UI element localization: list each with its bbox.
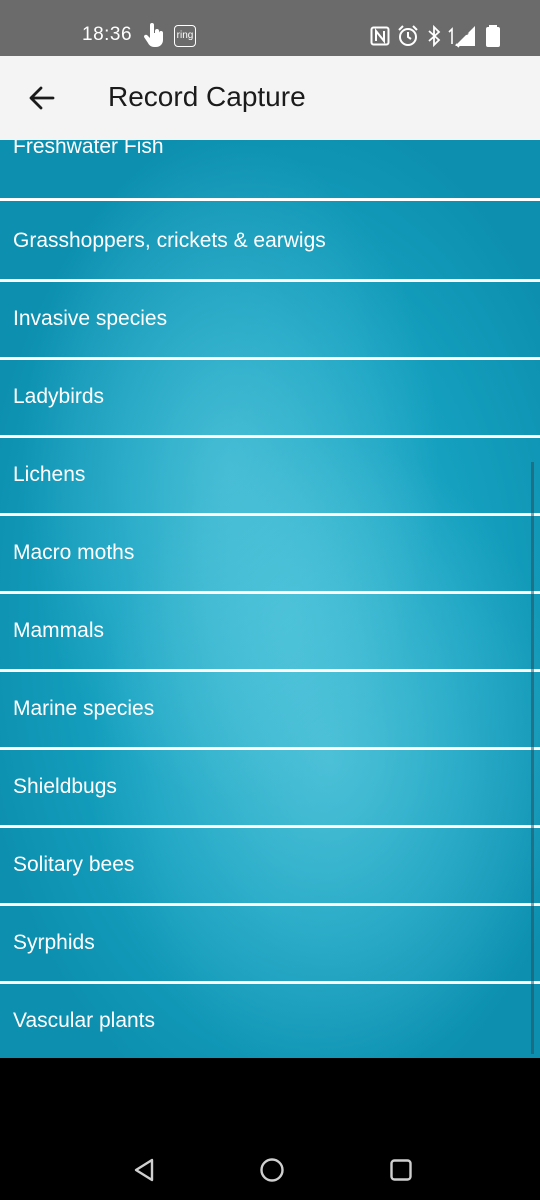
- list-item-label: Syrphids: [13, 931, 95, 954]
- bluetooth-icon: [428, 24, 441, 48]
- alarm-icon: [398, 25, 418, 46]
- list-item-syrphids[interactable]: Syrphids: [0, 905, 540, 984]
- list-item-shieldbugs[interactable]: Shieldbugs: [0, 749, 540, 828]
- nfc-icon: [370, 26, 390, 46]
- list-item-vascular-plants[interactable]: Vascular plants: [0, 983, 540, 1058]
- category-list[interactable]: Freshwater Fish Grasshoppers, crickets &…: [0, 140, 540, 1058]
- back-button[interactable]: [20, 76, 64, 120]
- list-item-label: Invasive species: [13, 307, 168, 330]
- list-item-ladybirds[interactable]: Ladybirds: [0, 359, 540, 438]
- page-title: Record Capture: [108, 81, 306, 112]
- touch-hand-icon: [143, 23, 163, 47]
- battery-icon: [486, 25, 500, 47]
- list-item-label: Freshwater Fish: [13, 140, 164, 158]
- list-item-macro-moths[interactable]: Macro moths: [0, 515, 540, 594]
- list-item-label: Vascular plants: [13, 1009, 156, 1032]
- list-item-invasive-species[interactable]: Invasive species: [0, 281, 540, 360]
- list-item-label: Shieldbugs: [13, 775, 117, 798]
- signal-4g-icon: 4G: [448, 26, 475, 48]
- network-label: 4G: [457, 27, 469, 37]
- arrow-left-icon: [29, 86, 55, 110]
- ring-app-icon: ring: [174, 25, 196, 47]
- list-item-lichens[interactable]: Lichens: [0, 437, 540, 516]
- recents-square-icon: [390, 1159, 412, 1181]
- list-item-label: Grasshoppers, crickets & earwigs: [13, 229, 326, 252]
- home-circle-icon: [260, 1158, 284, 1182]
- system-nav-bar: [0, 1058, 540, 1200]
- status-bar: 18:36 ring 4G: [0, 0, 540, 56]
- list-item-label: Mammals: [13, 619, 105, 642]
- nav-recents-button[interactable]: [383, 1152, 419, 1188]
- list-item-label: Solitary bees: [13, 853, 135, 876]
- list-item-freshwater-fish[interactable]: Freshwater Fish: [0, 140, 540, 201]
- list-item-marine-species[interactable]: Marine species: [0, 671, 540, 750]
- list-item-solitary-bees[interactable]: Solitary bees: [0, 827, 540, 906]
- status-time: 18:36: [82, 24, 133, 45]
- list-item-label: Marine species: [13, 697, 155, 720]
- list-item-label: Macro moths: [13, 541, 135, 564]
- back-triangle-icon: [134, 1158, 154, 1182]
- nav-home-button[interactable]: [254, 1152, 290, 1188]
- list-item-mammals[interactable]: Mammals: [0, 593, 540, 672]
- list-item-label: Lichens: [13, 463, 86, 486]
- list-item-grasshoppers[interactable]: Grasshoppers, crickets & earwigs: [0, 203, 540, 282]
- app-bar: Record Capture: [0, 56, 540, 140]
- scrollbar[interactable]: [531, 462, 534, 1054]
- list-item-label: Ladybirds: [13, 385, 105, 408]
- nav-back-button[interactable]: [126, 1152, 162, 1188]
